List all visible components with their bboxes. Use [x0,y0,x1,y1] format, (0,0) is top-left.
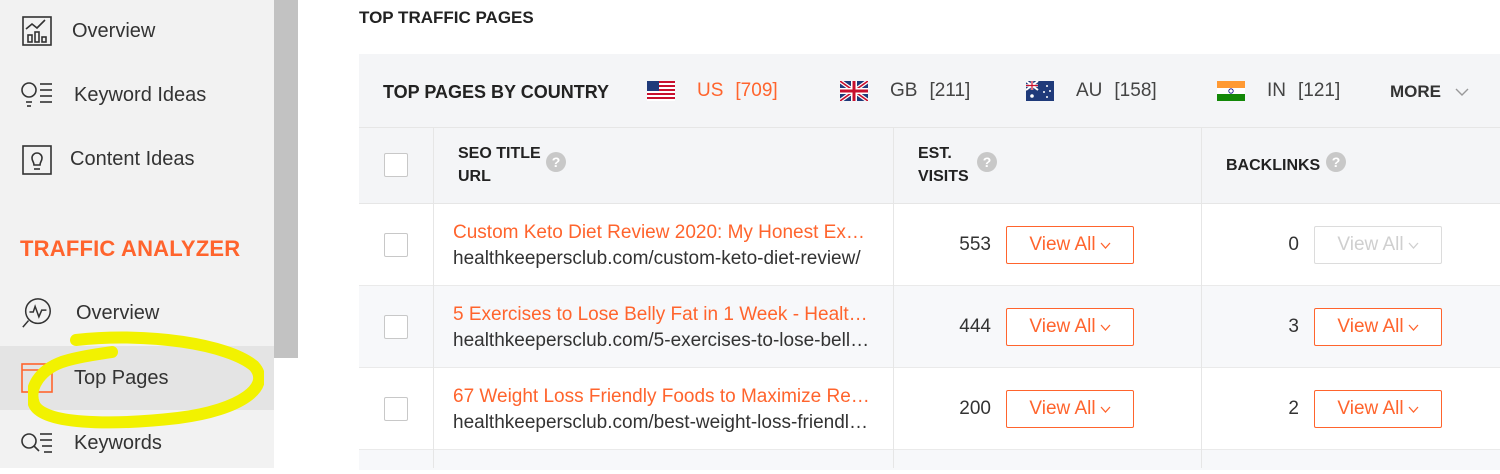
view-all-visits-button[interactable]: View All [1006,226,1134,264]
country-count: [158] [1114,80,1157,101]
sidebar-item-overview[interactable]: Overview [0,0,274,62]
view-all-backlinks-button: View All [1314,226,1442,264]
chevron-down-icon [1408,406,1419,413]
country-count: [121] [1298,80,1341,101]
top-pages-icon [20,361,54,395]
est-visits-value: 553 [959,234,991,255]
view-all-backlinks-button[interactable]: View All [1314,390,1442,428]
select-all-checkbox[interactable] [384,153,408,177]
header-est-visits: EST. VISITS [918,145,969,185]
sidebar-item-keyword-ideas[interactable]: Keyword Ideas [0,64,274,126]
country-code: US [697,80,724,101]
sidebar-item-label: Keyword Ideas [74,83,207,106]
country-code: GB [890,80,918,101]
page-url: healthkeepersclub.com/custom-keto-diet-r… [453,248,861,269]
column-divider [433,128,434,468]
backlinks-value: 2 [1288,398,1299,419]
help-icon[interactable]: ? [1326,152,1346,172]
country-bar-title: TOP PAGES BY COUNTRY [383,82,610,102]
column-divider [1201,128,1202,468]
table-row [359,450,1500,470]
row-checkbox[interactable] [384,315,408,339]
row-checkbox[interactable] [384,233,408,257]
lightbulb-icon [20,142,54,176]
sidebar-item-label: Overview [72,19,156,42]
more-label: MORE [1390,82,1441,101]
keyword-ideas-icon [20,78,54,112]
page-title: TOP TRAFFIC PAGES [359,8,534,27]
country-count: [709] [735,80,778,101]
chevron-down-icon [1100,242,1111,249]
keywords-icon [20,426,54,460]
au-flag-icon [1026,81,1054,101]
row-checkbox[interactable] [384,397,408,421]
country-filter-bar: TOP PAGES BY COUNTRY US [709] GB [211] A… [359,54,1500,128]
chart-icon [20,14,54,48]
page-title-link[interactable]: 67 Weight Loss Friendly Foods to Maximiz… [453,386,873,408]
traffic-overview-icon [20,296,54,330]
page-title-link[interactable]: 5 Exercises to Lose Belly Fat in 1 Week … [453,304,873,326]
est-visits-value: 200 [959,398,991,419]
view-all-backlinks-button[interactable]: View All [1314,308,1442,346]
sidebar-item-label: Overview [76,301,160,324]
chevron-down-icon [1455,88,1469,96]
header-seo-title: SEO TITLE URL [458,145,541,185]
us-flag-icon [647,81,675,101]
page-url: healthkeepersclub.com/best-weight-loss-f… [453,412,873,433]
sidebar-item-top-pages[interactable]: Top Pages [0,346,274,410]
country-tab-gb[interactable]: GB [211] [840,80,970,102]
country-tab-au[interactable]: AU [158] [1026,80,1157,102]
sidebar-item-keywords[interactable]: Keywords [0,412,274,474]
backlinks-value: 3 [1288,316,1299,337]
sidebar-item-content-ideas[interactable]: Content Ideas [0,128,274,190]
chevron-down-icon [1408,324,1419,331]
country-count: [211] [929,80,971,101]
country-tab-in[interactable]: IN [121] [1217,80,1340,102]
page-title-link[interactable]: Custom Keto Diet Review 2020: My Honest … [453,222,873,244]
country-code: IN [1267,80,1286,101]
country-tab-us[interactable]: US [709] [647,80,778,102]
traffic-analyzer-heading: TRAFFIC ANALYZER [20,236,241,261]
gb-flag-icon [840,81,868,101]
sidebar-item-label: Content Ideas [70,147,195,170]
sidebar-item-label: Keywords [74,431,162,454]
view-all-visits-button[interactable]: View All [1006,308,1134,346]
chevron-down-icon [1100,324,1111,331]
backlinks-value: 0 [1288,234,1299,255]
chevron-down-icon [1408,242,1419,249]
more-countries-dropdown[interactable]: MORE [1390,82,1469,102]
help-icon[interactable]: ? [977,152,997,172]
sidebar-item-traffic-overview[interactable]: Overview [0,282,274,344]
header-backlinks: BACKLINKS [1226,157,1321,174]
chevron-down-icon [1100,406,1111,413]
scrollbar-thumb[interactable] [274,0,298,358]
table-row: 5 Exercises to Lose Belly Fat in 1 Week … [359,286,1500,368]
est-visits-value: 444 [959,316,991,337]
sidebar-scrollbar[interactable] [274,0,298,468]
sidebar-item-label: Top Pages [74,366,169,389]
country-code: AU [1076,80,1103,101]
page-url: healthkeepersclub.com/5-exercises-to-los… [453,330,873,351]
table-row: 67 Weight Loss Friendly Foods to Maximiz… [359,368,1500,450]
in-flag-icon [1217,81,1245,101]
table-header: SEO TITLE URL ? EST. VISITS ? BACKLINKS … [359,128,1500,204]
sidebar: Overview Keyword Ideas Content Ideas TRA… [0,0,274,468]
view-all-visits-button[interactable]: View All [1006,390,1134,428]
table-row: Custom Keto Diet Review 2020: My Honest … [359,204,1500,286]
column-divider [893,128,894,468]
help-icon[interactable]: ? [546,152,566,172]
